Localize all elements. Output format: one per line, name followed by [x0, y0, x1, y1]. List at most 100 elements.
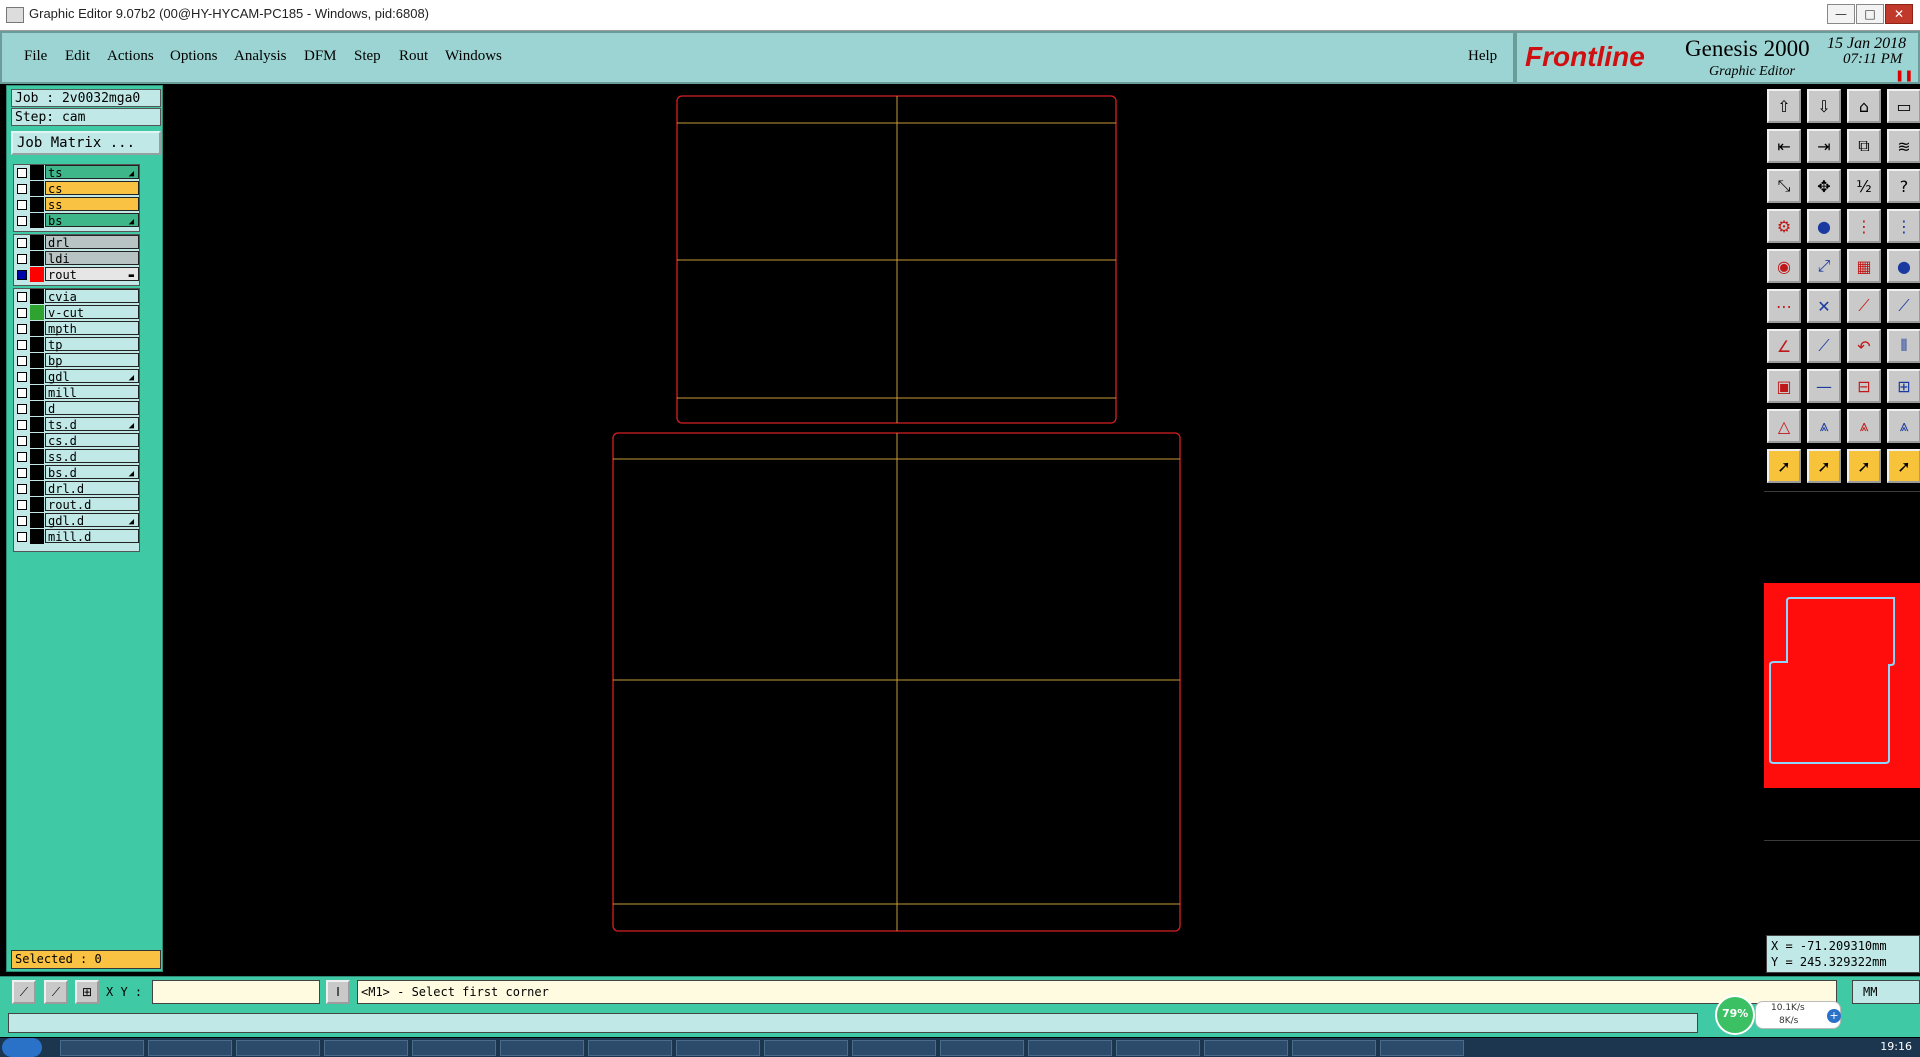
layer-color-swatch[interactable] — [30, 321, 44, 336]
layer-checkbox[interactable] — [17, 452, 27, 462]
layer-color-swatch[interactable] — [30, 481, 44, 496]
layer-name[interactable]: bp — [45, 353, 139, 368]
menu-step[interactable]: Step — [354, 48, 381, 65]
taskbar-item[interactable] — [588, 1040, 672, 1056]
layer-name[interactable]: cvia — [45, 289, 139, 304]
layer-color-swatch[interactable] — [30, 465, 44, 480]
layer-color-swatch[interactable] — [30, 337, 44, 352]
layer-color-swatch[interactable] — [30, 181, 44, 196]
job-matrix-button[interactable]: Job Matrix ... — [11, 131, 161, 155]
layer-checkbox[interactable] — [17, 254, 27, 264]
layer-name[interactable]: rout.d — [45, 497, 139, 512]
layer-name[interactable]: ldi — [45, 251, 139, 266]
layer-row-tp[interactable]: tp — [14, 337, 139, 353]
layer-checkbox[interactable] — [17, 484, 27, 494]
layer-name[interactable]: cs.d — [45, 433, 139, 448]
up-arrow-end-icon[interactable]: ⩓ — [1887, 409, 1920, 443]
layer-checkbox[interactable] — [17, 532, 27, 542]
window-icon[interactable]: ▭ — [1887, 89, 1920, 123]
layer-checkbox[interactable] — [17, 356, 27, 366]
layer-name[interactable]: mill — [45, 385, 139, 400]
snap-icon[interactable]: ≋ — [1887, 129, 1920, 163]
layer-row-ss[interactable]: ss — [14, 197, 139, 213]
layer-row-ts[interactable]: ts ◢ — [14, 165, 139, 181]
measure-icon[interactable]: ⚙ — [1767, 209, 1801, 243]
layer-name[interactable]: drl.d — [45, 481, 139, 496]
taskbar-item[interactable] — [60, 1040, 144, 1056]
layer-row-mpth[interactable]: mpth — [14, 321, 139, 337]
close-button[interactable]: ✕ — [1885, 4, 1913, 24]
graphic-canvas[interactable] — [164, 85, 1764, 975]
layer-color-swatch[interactable] — [30, 497, 44, 512]
frame-icon[interactable]: ⊟ — [1847, 369, 1881, 403]
layer-checkbox[interactable] — [17, 168, 27, 178]
layer-color-swatch[interactable] — [30, 289, 44, 304]
zoom-fit-icon[interactable]: ⤡ — [1767, 169, 1801, 203]
up-arrow-alt-icon[interactable]: ⩓ — [1847, 409, 1881, 443]
taskbar-item[interactable] — [1380, 1040, 1464, 1056]
layer-color-swatch[interactable] — [30, 433, 44, 448]
taskbar-item[interactable] — [148, 1040, 232, 1056]
maximize-button[interactable]: □ — [1856, 4, 1884, 24]
menu-help[interactable]: Help — [1468, 48, 1497, 65]
taskbar-item[interactable] — [236, 1040, 320, 1056]
layer-name[interactable]: tp — [45, 337, 139, 352]
layer-row-gdl[interactable]: gdl ◢ — [14, 369, 139, 385]
network-widget[interactable]: 79% 10.1K/s 8K/s + — [1715, 995, 1845, 1035]
dash-icon[interactable]: — — [1807, 369, 1841, 403]
xy-input[interactable] — [152, 980, 320, 1004]
save-icon[interactable]: ⇩ — [1807, 89, 1841, 123]
layer-color-swatch[interactable] — [30, 305, 44, 320]
layer-color-swatch[interactable] — [30, 449, 44, 464]
layer-row-d[interactable]: d — [14, 401, 139, 417]
scale-one-to-two-icon[interactable]: ½ — [1847, 169, 1881, 203]
layer-row-drl-d[interactable]: drl.d — [14, 481, 139, 497]
menu-file[interactable]: File — [24, 48, 47, 65]
pointer-alt-icon[interactable]: ➚ — [1807, 449, 1841, 483]
triangle-icon[interactable]: △ — [1767, 409, 1801, 443]
layer-name[interactable]: ss — [45, 197, 139, 212]
grid-snap-icon[interactable]: ⟋ — [44, 980, 68, 1004]
layer-row-gdl-d[interactable]: gdl.d ◢ — [14, 513, 139, 529]
layer-name[interactable]: drl — [45, 235, 139, 250]
transform-icon[interactable]: ⤢ — [1807, 249, 1841, 283]
layer-color-swatch[interactable] — [30, 353, 44, 368]
layer-row-v-cut[interactable]: v-cut — [14, 305, 139, 321]
layer-row-ss-d[interactable]: ss.d — [14, 449, 139, 465]
layer-checkbox[interactable] — [17, 184, 27, 194]
layer-name[interactable]: ss.d — [45, 449, 139, 464]
menu-actions[interactable]: Actions — [107, 48, 154, 65]
minimize-button[interactable]: — — [1827, 4, 1855, 24]
layer-name[interactable]: mpth — [45, 321, 139, 336]
arc-icon[interactable]: ↶ — [1847, 329, 1881, 363]
up-arrow-icon[interactable]: ⩓ — [1807, 409, 1841, 443]
layer-row-cs[interactable]: cs — [14, 181, 139, 197]
units-selector[interactable]: MM — [1852, 980, 1920, 1004]
menu-analysis[interactable]: Analysis — [234, 48, 287, 65]
layer-color-swatch[interactable] — [30, 251, 44, 266]
taskbar-item[interactable] — [852, 1040, 936, 1056]
circle-icon[interactable]: ● — [1887, 249, 1920, 283]
angle-line-icon[interactable]: ∠ — [1767, 329, 1801, 363]
layer-row-cs-d[interactable]: cs.d — [14, 433, 139, 449]
layer-checkbox[interactable] — [17, 436, 27, 446]
layer-checkbox[interactable] — [17, 324, 27, 334]
pad-drag-icon[interactable]: ▣ — [1767, 369, 1801, 403]
line-end-icon[interactable]: ⟋ — [1887, 289, 1920, 323]
layer-checkbox[interactable] — [17, 340, 27, 350]
connect-icon[interactable]: ⋯ — [1767, 289, 1801, 323]
bus-icon[interactable]: ⫴ — [1887, 329, 1920, 363]
group-icon[interactable]: ⊞ — [1887, 369, 1920, 403]
layer-checkbox[interactable] — [17, 404, 27, 414]
layer-row-mill[interactable]: mill — [14, 385, 139, 401]
taskbar-item[interactable] — [1028, 1040, 1112, 1056]
layer-color-swatch[interactable] — [30, 165, 44, 180]
layer-checkbox[interactable] — [17, 238, 27, 248]
layer-name[interactable]: gdl.d ◢ — [45, 513, 139, 528]
copy-window-icon[interactable]: ⧉ — [1847, 129, 1881, 163]
pointer-sel-icon[interactable]: ➚ — [1847, 449, 1881, 483]
help-icon[interactable]: ? — [1887, 169, 1920, 203]
layer-checkbox[interactable] — [17, 468, 27, 478]
layer-checkbox[interactable] — [17, 308, 27, 318]
layer-color-swatch[interactable] — [30, 197, 44, 212]
